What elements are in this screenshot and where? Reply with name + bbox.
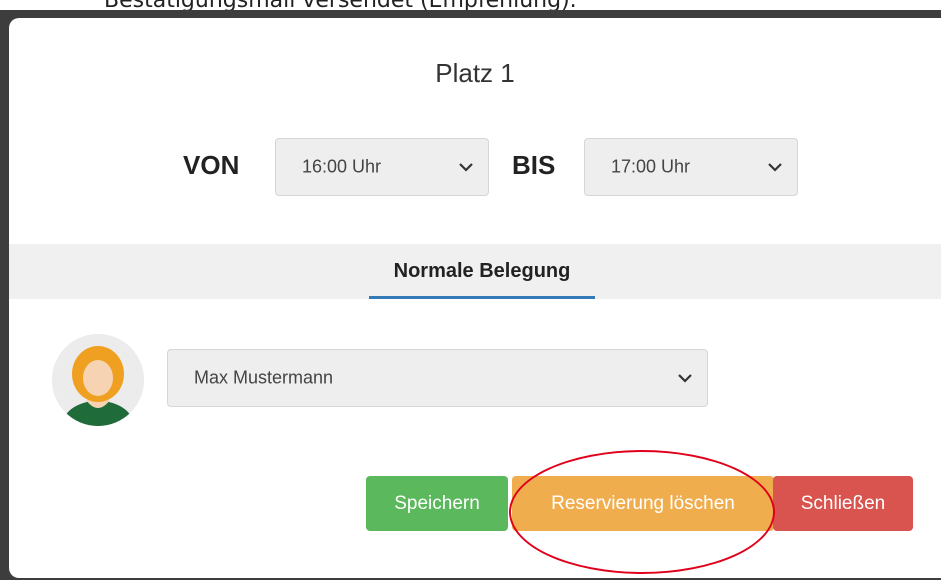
- save-button[interactable]: Speichern: [366, 476, 508, 531]
- member-select[interactable]: Max Mustermann: [167, 349, 708, 407]
- to-time-select[interactable]: 17:00 Uhr: [584, 138, 798, 196]
- to-time-value: 17:00 Uhr: [611, 156, 691, 177]
- reservation-modal: Platz 1 VON 16:00 Uhr BIS 17:00 Uhr Norm…: [9, 18, 941, 578]
- close-button[interactable]: Schließen: [773, 476, 913, 531]
- from-time-select[interactable]: 16:00 Uhr: [275, 138, 489, 196]
- chevron-down-icon: [768, 163, 782, 172]
- tab-normal-booking[interactable]: Normale Belegung: [369, 244, 595, 299]
- delete-reservation-button[interactable]: Reservierung löschen: [512, 476, 774, 531]
- user-avatar-icon: [52, 334, 144, 426]
- modal-title: Platz 1: [435, 58, 515, 88]
- active-tab-indicator: [369, 296, 595, 299]
- member-select-value: Max Mustermann: [194, 367, 334, 388]
- from-label: VON: [183, 150, 240, 180]
- chevron-down-icon: [459, 163, 473, 172]
- chevron-down-icon: [678, 374, 692, 383]
- tab-bar: Normale Belegung: [9, 244, 941, 299]
- to-label: BIS: [512, 150, 556, 180]
- from-time-value: 16:00 Uhr: [302, 156, 382, 177]
